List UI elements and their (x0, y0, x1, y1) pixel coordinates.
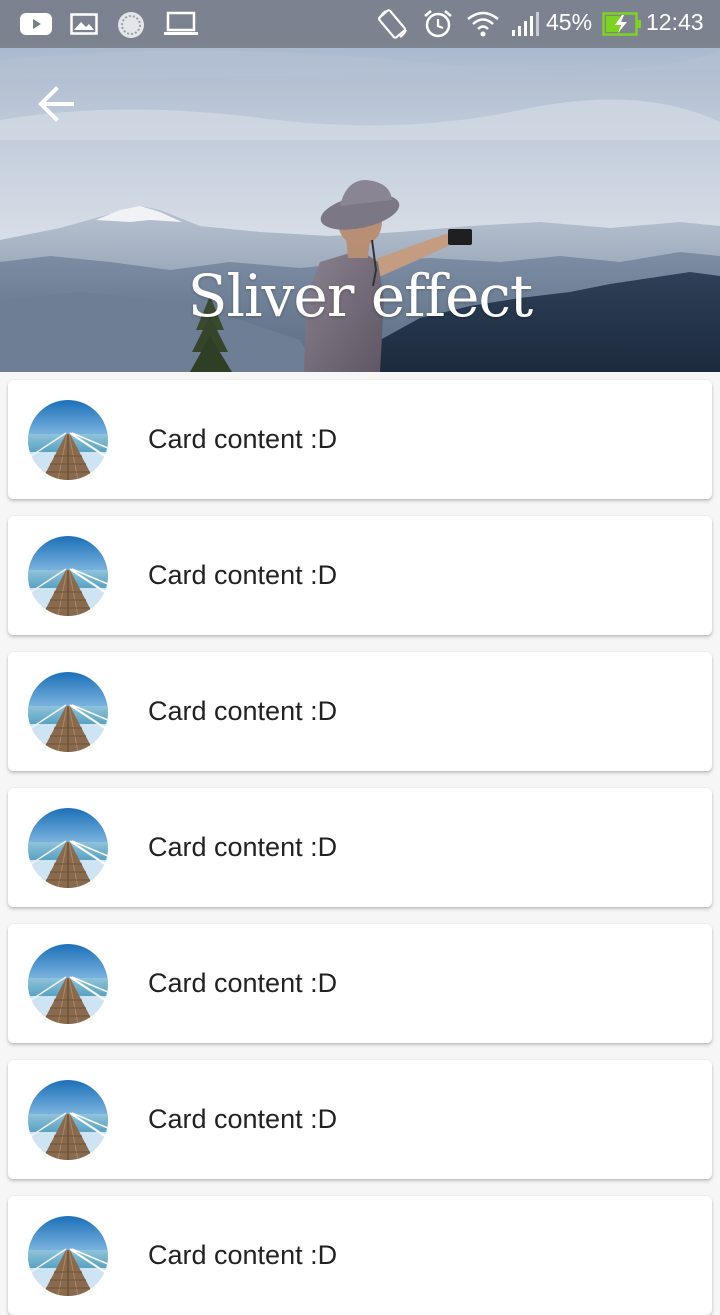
rotate-icon (377, 9, 407, 39)
pier-image (28, 400, 108, 480)
laptop-icon (164, 11, 198, 35)
pier-avatar (28, 672, 108, 752)
card-item[interactable]: Card content :D (8, 788, 712, 907)
card-item[interactable]: Card content :D (8, 516, 712, 635)
pier-avatar (28, 400, 108, 480)
sync-icon (118, 12, 144, 38)
clock: 12:43 (646, 9, 704, 35)
card-text: Card content :D (148, 968, 338, 998)
card-item[interactable]: Card content :D (8, 924, 712, 1043)
pier-image (28, 672, 108, 752)
pier-avatar (28, 536, 108, 616)
battery-charging-icon (602, 12, 641, 36)
youtube-icon (20, 13, 52, 35)
card-text: Card content :D (148, 424, 338, 454)
pier-image (28, 944, 108, 1024)
signal-icon (512, 12, 539, 36)
card-item[interactable]: Card content :D (8, 1196, 712, 1315)
image-icon (70, 13, 98, 35)
arrow-back-icon (38, 86, 74, 122)
card-item[interactable]: Card content :D (8, 1060, 712, 1179)
battery-percent: 45% (546, 9, 593, 35)
alarm-icon (424, 10, 452, 38)
pier-avatar (28, 944, 108, 1024)
card-text: Card content :D (148, 696, 338, 726)
card-item[interactable]: Card content :D (8, 652, 712, 771)
wifi-icon (467, 11, 499, 37)
pier-image (28, 808, 108, 888)
pier-image (28, 1080, 108, 1160)
page-title: Sliver effect (187, 262, 533, 330)
card-text: Card content :D (148, 1104, 338, 1134)
back-button[interactable] (28, 80, 84, 128)
pier-image (28, 536, 108, 616)
status-bar: 45% 12:43 (0, 0, 720, 48)
card-item[interactable]: Card content :D (8, 380, 712, 499)
card-text: Card content :D (148, 832, 338, 862)
pier-image (28, 1216, 108, 1296)
card-text: Card content :D (148, 1240, 338, 1270)
pier-avatar (28, 808, 108, 888)
pier-avatar (28, 1080, 108, 1160)
card-text: Card content :D (148, 560, 338, 590)
sliver-app-bar: Sliver effect (0, 0, 720, 372)
pier-avatar (28, 1216, 108, 1296)
